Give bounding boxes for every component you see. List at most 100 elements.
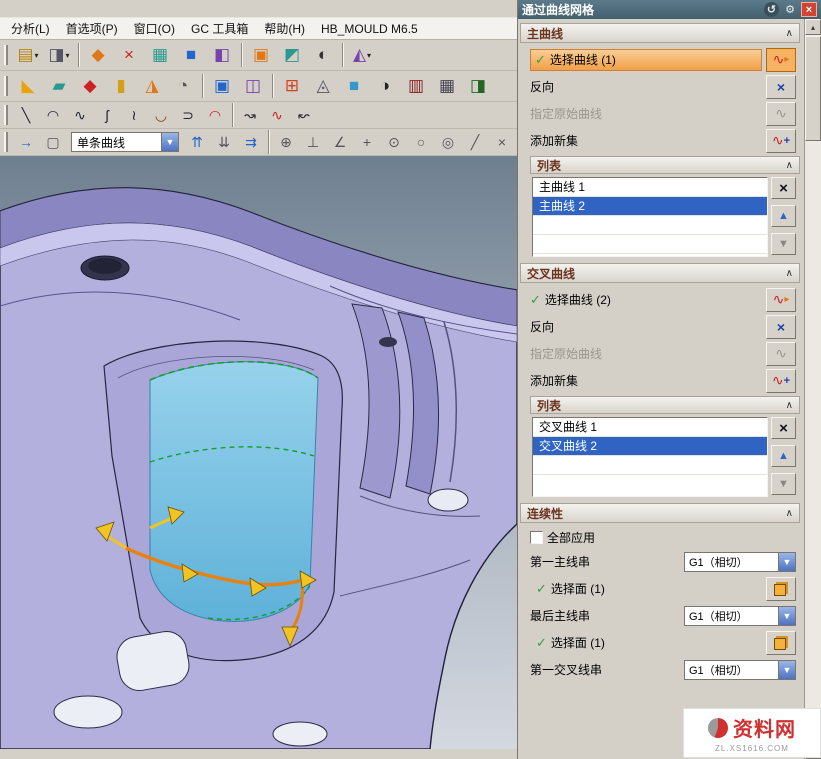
- menu-item[interactable]: HB_MOULD M6.5: [314, 20, 425, 38]
- toolbar-icon[interactable]: ∠: [327, 130, 353, 154]
- remove-item-button[interactable]: ×: [771, 417, 796, 439]
- dialog-title-bar[interactable]: 通过曲线网格 ↺ ⚙ ×: [518, 0, 821, 19]
- toolbar-icon[interactable]: ◮: [137, 72, 167, 100]
- toolbar-icon[interactable]: ⊙: [381, 130, 407, 154]
- toolbar-icon[interactable]: ▦: [145, 41, 175, 69]
- toolbar-icon[interactable]: →: [13, 130, 39, 154]
- toolbar-icon[interactable]: ◨: [463, 72, 493, 100]
- move-up-button[interactable]: ▲: [771, 445, 796, 467]
- toolbar-icon[interactable]: ◎: [435, 130, 461, 154]
- toolbar-grip[interactable]: [4, 45, 8, 65]
- list-header-cross[interactable]: 列表 ∧: [530, 396, 800, 414]
- toolbar-grip[interactable]: [4, 105, 8, 125]
- menu-item[interactable]: 帮助(H): [257, 18, 312, 39]
- specify-origin-button[interactable]: ∿: [766, 102, 796, 126]
- toolbar-icon[interactable]: ◣: [13, 72, 43, 100]
- list-item-empty[interactable]: [533, 235, 767, 254]
- remove-item-button[interactable]: ×: [771, 177, 796, 199]
- toolbar-icon[interactable]: ◧: [207, 41, 237, 69]
- menu-item[interactable]: GC 工具箱: [184, 18, 255, 39]
- menu-item[interactable]: 窗口(O): [127, 18, 182, 39]
- select-curve-button[interactable]: ∿ ▸: [766, 48, 796, 72]
- chevron-down-icon[interactable]: ▼: [161, 133, 178, 151]
- list-header-primary[interactable]: 列表 ∧: [530, 156, 800, 174]
- toolbar-icon[interactable]: ◐: [308, 41, 338, 69]
- section-header-cross-curves[interactable]: 交叉曲线 ∧: [520, 263, 800, 283]
- select-curve-highlight[interactable]: ✓ 选择曲线 (1): [530, 49, 762, 71]
- reset-icon[interactable]: ↺: [764, 2, 779, 17]
- toolbar-icon[interactable]: ▦: [432, 72, 462, 100]
- section-header-continuity[interactable]: 连续性 ∧: [520, 503, 800, 523]
- toolbar-icon[interactable]: ◡: [148, 103, 174, 127]
- toolbar-icon[interactable]: ▣: [207, 72, 237, 100]
- apply-all-checkbox[interactable]: [530, 531, 543, 544]
- toolbar-icon[interactable]: ↝: [237, 103, 263, 127]
- first-primary-dropdown[interactable]: G1（相切） ▼: [684, 552, 796, 572]
- chevron-up-icon[interactable]: ∧: [786, 160, 793, 171]
- dialog-scrollbar[interactable]: ▴ ▾: [804, 19, 821, 759]
- dropdown-arrow-icon[interactable]: ▾: [35, 51, 39, 60]
- chevron-up-icon[interactable]: ∧: [786, 268, 793, 279]
- first-cross-dropdown[interactable]: G1（相切） ▼: [684, 660, 796, 680]
- toolbar-icon[interactable]: ◭▾: [347, 41, 377, 69]
- toolbar-icon[interactable]: ⇉: [238, 130, 264, 154]
- dropdown-arrow-icon[interactable]: ▾: [367, 51, 371, 60]
- toolbar-icon[interactable]: ⊃: [175, 103, 201, 127]
- cross-curve-list[interactable]: 交叉曲线 1 交叉曲线 2: [532, 417, 768, 497]
- menu-item[interactable]: 首选项(P): [59, 18, 125, 39]
- dropdown-arrow-icon[interactable]: ▾: [66, 51, 70, 60]
- close-icon[interactable]: ×: [801, 2, 817, 17]
- list-item-selected[interactable]: 主曲线 2: [533, 197, 767, 216]
- toolbar-icon[interactable]: ◠: [202, 103, 228, 127]
- toolbar-icon[interactable]: ○: [408, 130, 434, 154]
- toolbar-icon[interactable]: +: [354, 130, 380, 154]
- scrollbar-thumb[interactable]: [805, 36, 821, 141]
- toolbar-icon[interactable]: ◔: [168, 72, 198, 100]
- section-header-primary-curves[interactable]: 主曲线 ∧: [520, 23, 800, 43]
- toolbar-icon[interactable]: ╱: [462, 130, 488, 154]
- add-new-set-button[interactable]: ∿ +: [766, 129, 796, 153]
- toolbar-icon[interactable]: ∿: [67, 103, 93, 127]
- chevron-up-icon[interactable]: ∧: [786, 400, 793, 411]
- toolbar-icon[interactable]: ▥: [401, 72, 431, 100]
- toolbar-icon[interactable]: ◨▾: [44, 41, 74, 69]
- list-item-selected[interactable]: 交叉曲线 2: [533, 437, 767, 456]
- toolbar-icon[interactable]: ×: [114, 41, 144, 69]
- toolbar-icon[interactable]: ■: [339, 72, 369, 100]
- toolbar-icon[interactable]: ↜: [291, 103, 317, 127]
- toolbar-icon[interactable]: ⇊: [211, 130, 237, 154]
- toolbar-grip[interactable]: [4, 76, 8, 96]
- toolbar-icon[interactable]: ◬: [308, 72, 338, 100]
- move-down-button[interactable]: ▼: [771, 473, 796, 495]
- scrollbar-track[interactable]: [805, 35, 821, 743]
- chevron-up-icon[interactable]: ∧: [786, 508, 793, 519]
- select-face-button[interactable]: [766, 577, 796, 601]
- toolbar-icon[interactable]: ⊕: [273, 130, 299, 154]
- last-primary-dropdown[interactable]: G1（相切） ▼: [684, 606, 796, 626]
- chevron-up-icon[interactable]: ∧: [786, 28, 793, 39]
- toolbar-icon[interactable]: ⊥: [300, 130, 326, 154]
- chevron-down-icon[interactable]: ▼: [778, 607, 795, 625]
- gear-icon[interactable]: ⚙: [782, 2, 798, 17]
- chevron-down-icon[interactable]: ▼: [778, 553, 795, 571]
- toolbar-icon[interactable]: ◠: [40, 103, 66, 127]
- list-item[interactable]: 主曲线 1: [533, 178, 767, 197]
- toolbar-icon[interactable]: ▤▾: [13, 41, 43, 69]
- toolbar-icon[interactable]: ×: [489, 130, 515, 154]
- list-item-empty[interactable]: [533, 456, 767, 475]
- toolbar-icon[interactable]: ⊞: [277, 72, 307, 100]
- menu-item[interactable]: 分析(L): [4, 18, 57, 39]
- toolbar-icon[interactable]: ╲: [13, 103, 39, 127]
- curve-rule-combo[interactable]: 单条曲线 ▼: [71, 132, 179, 152]
- primary-curve-list[interactable]: 主曲线 1 主曲线 2: [532, 177, 768, 257]
- scroll-up-button[interactable]: ▴: [805, 19, 821, 35]
- select-curve-button[interactable]: ∿ ▸: [766, 288, 796, 312]
- toolbar-icon[interactable]: ▢: [40, 130, 66, 154]
- toolbar-icon[interactable]: ⇈: [184, 130, 210, 154]
- list-item-empty[interactable]: [533, 216, 767, 235]
- toolbar-icon[interactable]: ◆: [75, 72, 105, 100]
- toolbar-grip[interactable]: [4, 132, 8, 152]
- toolbar-icon[interactable]: ◆: [83, 41, 113, 69]
- toolbar-icon[interactable]: ◑: [370, 72, 400, 100]
- toolbar-icon[interactable]: ≀: [121, 103, 147, 127]
